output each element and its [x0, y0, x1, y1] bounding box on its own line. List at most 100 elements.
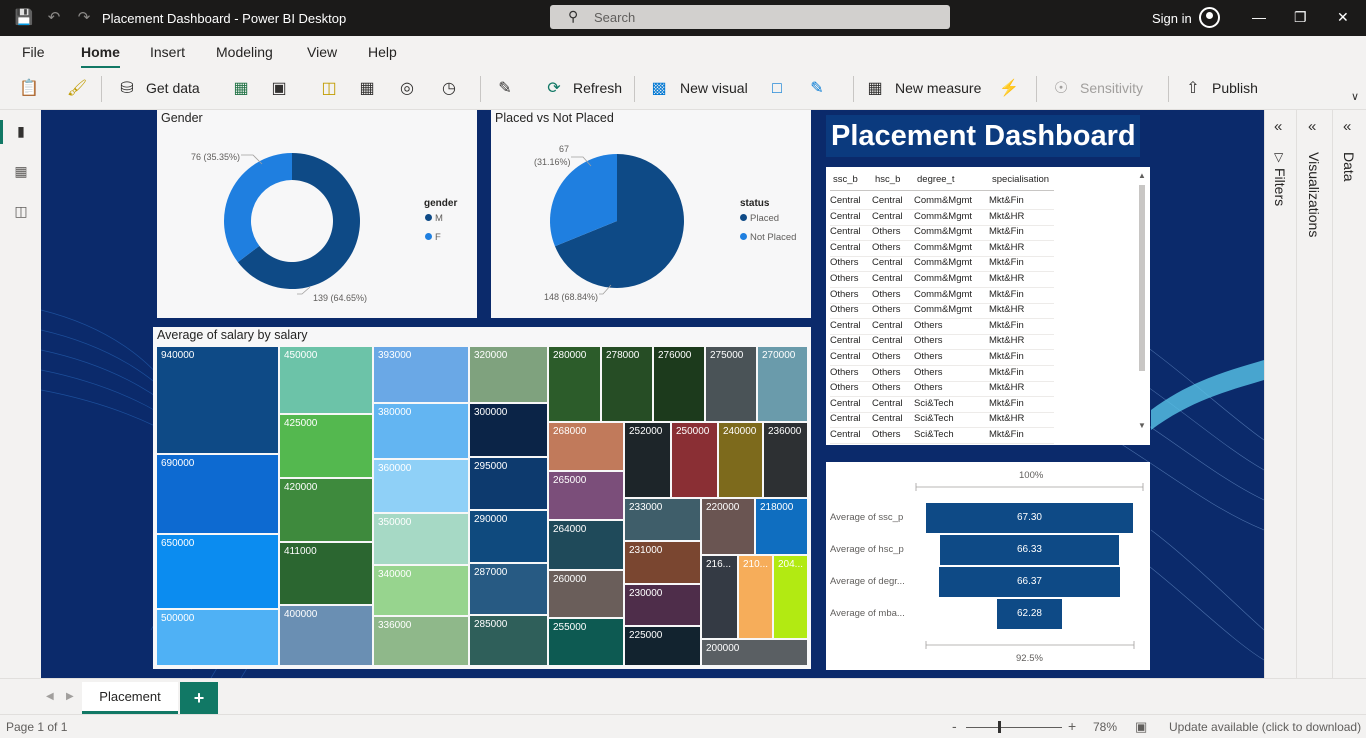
add-page-button[interactable]: + — [180, 682, 218, 714]
excel-icon[interactable]: ▦ — [230, 78, 252, 100]
search-box[interactable]: ⚲ Search — [550, 5, 950, 29]
legend-item-m[interactable]: M — [425, 213, 443, 224]
table-view-icon[interactable]: ▦ — [11, 161, 31, 181]
treemap-cell[interactable]: 240000 — [718, 422, 763, 498]
minimize-icon[interactable]: — — [1252, 9, 1266, 25]
col-header-hsc-b[interactable]: hsc_b — [875, 174, 900, 185]
treemap-cell[interactable]: 500000 — [156, 609, 279, 666]
treemap-cell[interactable]: 690000 — [156, 454, 279, 534]
sign-in-link[interactable]: Sign in — [1152, 11, 1192, 26]
gender-visual[interactable]: Gender 76 (35.35%) 139 (64.65%) gender M… — [157, 110, 477, 318]
menu-help[interactable]: Help — [368, 44, 397, 60]
treemap-cell[interactable]: 290000 — [469, 510, 548, 563]
legend-item-not-placed[interactable]: Not Placed — [740, 232, 796, 243]
update-notice[interactable]: Update available (click to download) — [1169, 720, 1361, 734]
scroll-down-icon[interactable]: ▼ — [1138, 421, 1146, 430]
text-box-icon[interactable]: □ — [766, 78, 788, 100]
treemap-cell[interactable]: 255000 — [548, 618, 624, 666]
zoom-slider-thumb[interactable] — [998, 721, 1001, 733]
next-page-icon[interactable]: ▶ — [66, 691, 74, 702]
treemap-cell[interactable]: 336000 — [373, 616, 469, 666]
col-header-specialisation[interactable]: specialisation — [992, 174, 1049, 185]
model-view-icon[interactable]: ◫ — [11, 201, 31, 221]
treemap-cell[interactable]: 260000 — [548, 570, 624, 618]
treemap-cell[interactable]: 200000 — [701, 639, 808, 666]
collapse-data-icon[interactable]: « — [1343, 118, 1351, 135]
collapse-filters-icon[interactable]: « — [1274, 118, 1282, 135]
new-visual-button[interactable]: New visual — [680, 80, 748, 96]
report-canvas[interactable]: Gender 76 (35.35%) 139 (64.65%) gender M… — [41, 110, 1264, 678]
treemap-cell[interactable]: 360000 — [373, 459, 469, 513]
menu-view[interactable]: View — [307, 44, 337, 60]
treemap-cell[interactable]: 393000 — [373, 346, 469, 403]
table-scrollbar[interactable]: ▲ ▼ — [1138, 171, 1146, 433]
data-label[interactable]: Data — [1341, 152, 1357, 182]
treemap-cell[interactable]: 411000 — [279, 542, 373, 605]
treemap-cell[interactable]: 400000 — [279, 605, 373, 666]
treemap-cell[interactable]: 340000 — [373, 565, 469, 616]
treemap-cell[interactable]: 295000 — [469, 457, 548, 510]
transform-data-icon[interactable]: ◷ — [438, 78, 460, 100]
get-data-button[interactable]: Get data — [146, 80, 200, 96]
enter-data-icon[interactable]: ▦ — [356, 78, 378, 100]
treemap-cell[interactable]: 268000 — [548, 422, 624, 471]
legend-item-f[interactable]: F — [425, 232, 441, 243]
zoom-out-button[interactable]: - — [952, 718, 957, 734]
data-pane[interactable]: « Data — [1332, 110, 1366, 714]
recent-sources-icon[interactable]: ◎ — [396, 78, 418, 100]
new-measure-button[interactable]: New measure — [895, 80, 981, 96]
menu-modeling[interactable]: Modeling — [216, 44, 273, 60]
filters-pane[interactable]: « ▽ Filters — [1264, 110, 1296, 714]
treemap-cell[interactable]: 450000 — [279, 346, 373, 414]
treemap-cell[interactable]: 287000 — [469, 563, 548, 615]
visualizations-pane[interactable]: « Visualizations — [1296, 110, 1332, 714]
zoom-slider[interactable] — [966, 727, 1062, 728]
database-icon[interactable]: ⛁ — [116, 78, 138, 100]
treemap-cell[interactable]: 231000 — [624, 541, 701, 584]
treemap-cell[interactable]: 218000 — [755, 498, 808, 555]
redo-icon[interactable]: ↷ — [74, 8, 94, 28]
bar-mba-p[interactable]: 62.28 — [997, 599, 1062, 629]
filters-label[interactable]: Filters — [1272, 168, 1288, 206]
page-tab-placement[interactable]: Placement — [82, 682, 178, 714]
treemap-cell[interactable]: 425000 — [279, 414, 373, 478]
calculator-icon[interactable]: ▦ — [864, 78, 886, 100]
paste-icon[interactable]: 📋 — [18, 78, 40, 100]
dataset-icon[interactable]: ▣ — [268, 78, 290, 100]
col-header-ssc-b[interactable]: ssc_b — [833, 174, 858, 185]
scroll-up-icon[interactable]: ▲ — [1138, 171, 1146, 180]
placement-visual[interactable]: Placed vs Not Placed 67 (31.16%) 148 (68… — [491, 110, 811, 318]
zoom-in-button[interactable]: + — [1068, 718, 1076, 734]
bar-ssc-p[interactable]: 67.30 — [925, 503, 1134, 533]
publish-icon[interactable]: ⇧ — [1182, 78, 1204, 100]
save-icon[interactable]: 💾 — [14, 8, 34, 28]
format-painter-icon[interactable]: 🖌 — [66, 78, 88, 100]
treemap-cell[interactable]: 420000 — [279, 478, 373, 542]
treemap-cell[interactable]: 264000 — [548, 520, 624, 570]
treemap-cell[interactable]: 650000 — [156, 534, 279, 609]
scroll-thumb[interactable] — [1139, 185, 1145, 371]
publish-button[interactable]: Publish — [1212, 80, 1258, 96]
treemap-cell[interactable]: 280000 — [548, 346, 601, 422]
legend-item-placed[interactable]: Placed — [740, 213, 779, 224]
treemap-cell[interactable]: 230000 — [624, 584, 701, 626]
bar-hsc-p[interactable]: 66.33 — [939, 535, 1120, 565]
averages-bar-chart[interactable]: 100% Average of ssc_p Average of hsc_p A… — [826, 462, 1150, 670]
salary-treemap[interactable]: Average of salary by salary 940000 69000… — [153, 327, 811, 669]
treemap-cell[interactable]: 270000 — [757, 346, 808, 422]
close-icon[interactable]: ✕ — [1337, 9, 1349, 26]
transform-icon[interactable]: ✎ — [494, 78, 516, 100]
account-icon[interactable] — [1199, 7, 1220, 28]
treemap-cell[interactable]: 250000 — [671, 422, 718, 498]
undo-icon[interactable]: ↶ — [44, 8, 64, 28]
treemap-cell[interactable]: 220000 — [701, 498, 755, 555]
treemap-cell[interactable]: 940000 — [156, 346, 279, 454]
treemap-cell[interactable]: 380000 — [373, 403, 469, 459]
fit-to-page-icon[interactable]: ▣ — [1135, 719, 1147, 735]
treemap-cell[interactable]: 275000 — [705, 346, 757, 422]
zoom-level[interactable]: 78% — [1093, 720, 1117, 734]
prev-page-icon[interactable]: ◀ — [46, 691, 54, 702]
treemap-cell[interactable]: 285000 — [469, 615, 548, 666]
treemap-cell[interactable]: 265000 — [548, 471, 624, 520]
treemap-cell[interactable]: 236000 — [763, 422, 808, 498]
